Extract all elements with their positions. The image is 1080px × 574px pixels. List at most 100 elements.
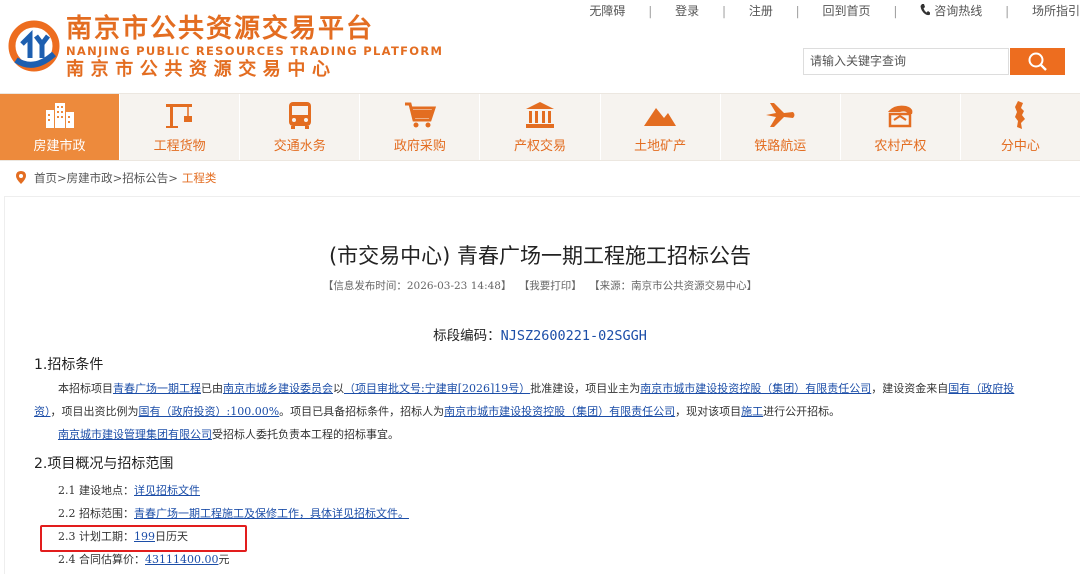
brand-title: 南京市公共资源交易平台 bbox=[66, 14, 375, 44]
investment-ratio-link[interactable]: 国有（政府投资）:100.00% bbox=[139, 405, 280, 418]
bus-icon bbox=[288, 102, 311, 129]
agency-link[interactable]: 南京城市建设管理集团有限公司 bbox=[58, 428, 212, 441]
search-button[interactable] bbox=[1010, 48, 1065, 75]
price-value-link[interactable]: 43111400.00 bbox=[145, 553, 218, 566]
item-label: 2.2 招标范围： bbox=[58, 507, 134, 520]
paragraph-conditions-line3: 南京城市建设管理集团有限公司受招标人委托负责本工程的招标事宜。 bbox=[58, 424, 399, 446]
main-nav: 房建市政 工程货物 交通水务 政府采购 产权交易 土地矿产 铁路航运 农村产权 … bbox=[0, 93, 1080, 161]
item-label: 2.1 建设地点： bbox=[58, 484, 134, 497]
logo-icon[interactable] bbox=[8, 14, 60, 74]
approver-link[interactable]: 南京市城乡建设委员会 bbox=[223, 382, 333, 395]
construction-link[interactable]: 施工 bbox=[741, 405, 763, 418]
text: 已由 bbox=[201, 382, 223, 395]
site-header: 南京市公共资源交易平台 NANJING PUBLIC RESOURCES TRA… bbox=[0, 0, 1080, 92]
text: 以 bbox=[333, 382, 344, 395]
nav-label: 产权交易 bbox=[513, 139, 566, 154]
text: 。项目已具备招标条件，招标人为 bbox=[279, 405, 445, 418]
publish-time: 【信息发布时间：2026-03-23 14:48】 bbox=[322, 280, 512, 292]
breadcrumb-current: 工程类 bbox=[181, 171, 217, 185]
venue-guide-link[interactable]: 场所指引 bbox=[1032, 2, 1080, 19]
item-contract-price: 2.4 合同估算价：43111400.00元 bbox=[58, 549, 229, 571]
project-link[interactable]: 青春广场一期工程 bbox=[113, 382, 201, 395]
location-pin-icon bbox=[16, 171, 26, 184]
section-code: 标段编码：NJSZ2600221-02SGGH bbox=[0, 324, 1080, 344]
nav-label: 铁路航运 bbox=[754, 139, 807, 154]
item-scope: 2.2 招标范围：青春广场一期工程施工及保修工作，具体详见招标文件。 bbox=[58, 503, 409, 525]
paragraph-conditions-line1: 本招标项目青春广场一期工程已由南京市城乡建设委员会以（项目审批文号:宁建审[20… bbox=[58, 378, 1014, 400]
source: 【来源：南京市公共资源交易中心】 bbox=[589, 280, 758, 292]
nav-item-transport-water[interactable]: 交通水务 bbox=[240, 94, 361, 160]
section-code-label: 标段编码： bbox=[433, 328, 501, 344]
scope-value-link[interactable]: 青春广场一期工程施工及保修工作，具体详见招标文件。 bbox=[134, 507, 409, 520]
separator: | bbox=[648, 4, 653, 18]
text: 本招标项目 bbox=[58, 382, 113, 395]
nav-label: 交通水务 bbox=[273, 139, 326, 154]
text: ，建设资金来自 bbox=[871, 382, 949, 395]
separator: | bbox=[893, 4, 898, 18]
buildings-icon bbox=[45, 103, 74, 128]
accessibility-link[interactable]: 无障碍 bbox=[589, 2, 625, 19]
item-label: 2.4 合同估算价： bbox=[58, 553, 145, 566]
article-title: (市交易中心) 青春广场一期工程施工招标公告 bbox=[328, 244, 752, 268]
hotline-link[interactable]: 咨询热线 bbox=[920, 2, 982, 19]
approval-number-link[interactable]: （项目审批文号:宁建审[2026]19号） bbox=[344, 382, 530, 395]
nav-label: 土地矿产 bbox=[634, 139, 687, 154]
nav-label: 房建市政 bbox=[33, 139, 86, 154]
breadcrumb: 首页>房建市政>招标公告> 工程类 bbox=[16, 170, 216, 188]
text: 批准建设，项目业主为 bbox=[530, 382, 641, 395]
search-icon bbox=[1028, 52, 1047, 71]
home-link[interactable]: 回到首页 bbox=[823, 2, 871, 19]
nav-item-property-rights[interactable]: 产权交易 bbox=[480, 94, 601, 160]
nav-item-land-minerals[interactable]: 土地矿产 bbox=[601, 94, 721, 160]
bank-icon bbox=[525, 102, 554, 128]
nav-item-rail-shipping[interactable]: 铁路航运 bbox=[721, 94, 841, 160]
brand[interactable]: 南京市公共资源交易平台 NANJING PUBLIC RESOURCES TRA… bbox=[66, 14, 443, 81]
price-unit: 元 bbox=[218, 553, 230, 566]
nav-label: 分中心 bbox=[1000, 139, 1040, 154]
separator: | bbox=[795, 4, 800, 18]
airplane-icon bbox=[766, 103, 795, 127]
tenderer-link[interactable]: 南京市城市建设投资控股（集团）有限责任公司 bbox=[444, 405, 675, 418]
print-button[interactable]: 【我要打印】 bbox=[519, 280, 582, 292]
top-links: 无障碍 | 登录 | 注册 | 回到首页 | 咨询热线 | 场所指引 bbox=[589, 2, 1080, 20]
location-value-link[interactable]: 详见招标文件 bbox=[134, 484, 200, 497]
nav-item-rural-property[interactable]: 农村产权 bbox=[841, 94, 961, 160]
nav-item-gov-procurement[interactable]: 政府采购 bbox=[360, 94, 481, 160]
cart-icon bbox=[404, 102, 436, 128]
breadcrumb-path[interactable]: 首页>房建市政>招标公告> bbox=[34, 171, 178, 185]
text: 受招标人委托负责本工程的招标事宜。 bbox=[212, 428, 399, 441]
brand-subtitle-en: NANJING PUBLIC RESOURCES TRADING PLATFOR… bbox=[66, 44, 444, 58]
owner-link[interactable]: 南京市城市建设投资控股（集团）有限责任公司 bbox=[640, 382, 871, 395]
highlight-box bbox=[40, 525, 247, 552]
nav-item-housing[interactable]: 房建市政 bbox=[0, 94, 121, 160]
nav-label: 农村产权 bbox=[874, 139, 927, 154]
hotline-label: 咨询热线 bbox=[934, 4, 983, 18]
mountain-icon bbox=[644, 108, 677, 126]
login-link[interactable]: 登录 bbox=[675, 2, 699, 19]
article-meta: 【信息发布时间：2026-03-23 14:48】 【我要打印】 【来源：南京市… bbox=[0, 278, 1080, 293]
text: ，项目出资比例为 bbox=[50, 405, 139, 418]
nav-item-sub-centers[interactable]: 分中心 bbox=[961, 94, 1080, 160]
section-code-value: NJSZ2600221-02SGGH bbox=[500, 328, 647, 344]
separator: | bbox=[1005, 4, 1010, 18]
search-bar: 请输入关键字查询 bbox=[803, 48, 1065, 75]
crane-icon bbox=[165, 104, 192, 128]
brand-center-name: 南京市公共资源交易中心 bbox=[66, 59, 337, 80]
heading-bidding-conditions: 1.招标条件 bbox=[34, 357, 104, 373]
nav-label: 政府采购 bbox=[393, 139, 446, 154]
item-location: 2.1 建设地点：详见招标文件 bbox=[58, 480, 200, 502]
map-icon bbox=[1015, 101, 1026, 129]
search-input[interactable]: 请输入关键字查询 bbox=[803, 48, 1009, 75]
farm-icon bbox=[888, 105, 913, 128]
paragraph-conditions-line2: 资），项目出资比例为国有（政府投资）:100.00%。项目已具备招标条件，招标人… bbox=[34, 401, 840, 423]
nav-item-engineering-goods[interactable]: 工程货物 bbox=[120, 94, 241, 160]
register-link[interactable]: 注册 bbox=[749, 2, 773, 19]
fund-source-link[interactable]: 资） bbox=[34, 405, 51, 418]
text: 进行公开招标。 bbox=[763, 405, 841, 418]
fund-source-link[interactable]: 国有（政府投 bbox=[948, 382, 1014, 395]
heading-project-overview: 2.项目概况与招标范围 bbox=[34, 456, 174, 472]
nav-label: 工程货物 bbox=[153, 139, 206, 154]
phone-icon bbox=[920, 4, 931, 16]
text: ，现对该项目 bbox=[675, 405, 742, 418]
separator: | bbox=[721, 4, 726, 18]
